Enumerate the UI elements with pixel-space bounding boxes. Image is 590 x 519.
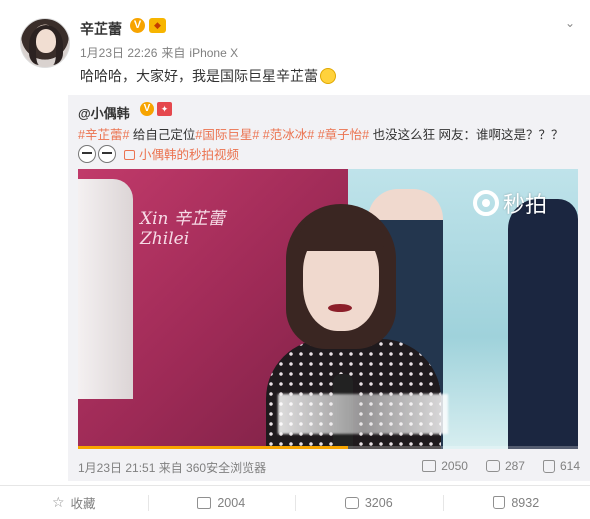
action-bar: ☆ 收藏 2004 3206 8932 [0, 485, 590, 519]
watermark-label: 秒拍 [503, 192, 548, 217]
video-logo-line1: Xin 辛芷蕾 [140, 209, 225, 229]
repost-count: 2004 [217, 495, 246, 510]
repost-button[interactable]: 2004 [147, 486, 296, 519]
comment-icon [344, 496, 359, 509]
repost-icon [197, 496, 212, 509]
emoji-icon [98, 144, 116, 163]
post-meta: 1月23日 22:26 来自 iPhone X [80, 44, 242, 61]
weibo-post-card: 辛芷蕾 V ◆ ⌄ 1月23日 22:26 来自 iPhone X 哈哈哈，大家好，… [0, 0, 590, 519]
hashtag-zhangziyi[interactable]: #章子怡# [318, 128, 369, 142]
blurred-caption [278, 394, 448, 434]
miaopai-logo-icon [473, 190, 499, 216]
video-link-label: 小偶韩的秒拍视频 [139, 148, 240, 162]
repost-comment-count: 287 [504, 459, 525, 473]
laughing-emoji-icon [320, 68, 336, 84]
repost-line2: 小偶韩的秒拍视频 [78, 144, 239, 163]
favorite-button[interactable]: ☆ 收藏 [0, 486, 148, 519]
repost-text-part2: 也没这么狂 网友：谁啊这是？？？ [372, 128, 564, 142]
like-count: 8932 [511, 495, 540, 510]
post-source: iPhone X [189, 46, 239, 60]
avatar-face [36, 29, 56, 53]
chevron-down-icon[interactable]: ⌄ [565, 16, 577, 30]
comment-count: 3206 [364, 495, 393, 510]
star-icon: ☆ [51, 494, 65, 510]
miaopai-watermark: 秒拍 [473, 187, 547, 219]
repost-comment[interactable]: 287 [485, 459, 525, 473]
hashtag-fanbingbing[interactable]: #范冰冰# [263, 128, 314, 142]
repost-forward-count: 2050 [441, 459, 468, 473]
vip-badge-icon: ✦ [157, 102, 172, 116]
repost-username[interactable]: @小偶韩 [78, 103, 130, 122]
repost-like[interactable]: 614 [542, 459, 580, 473]
video-person-bangs [298, 211, 384, 251]
video-player[interactable]: Xin 辛芷蕾 Zhilei 秒拍 [78, 169, 578, 449]
post-text: 哈哈哈，大家好，我是国际巨星辛芷蕾 [80, 66, 336, 86]
emoji-icon [78, 144, 96, 163]
repost-text: #辛芷蕾# 给自己定位#国际巨星# #范冰冰# #章子怡# 也没这么狂 网友：谁… [78, 124, 564, 143]
video-logo: Xin 辛芷蕾 Zhilei [140, 209, 225, 249]
hashtag-guojijuxing[interactable]: #国际巨星# [195, 128, 259, 142]
repost-like-count: 614 [559, 459, 580, 473]
like-icon [493, 496, 506, 509]
video-logo-line2: Zhilei [140, 229, 190, 249]
comment-icon [485, 460, 500, 472]
source-prefix: 来自 [161, 46, 186, 60]
repost-stats: 2050 287 614 [422, 459, 580, 473]
video-person-lips [328, 304, 352, 312]
repost-forward[interactable]: 2050 [422, 459, 468, 473]
video-progress-fill [78, 446, 348, 449]
favorite-label: 收藏 [70, 497, 96, 511]
verified-badge-icon: V [140, 102, 154, 116]
verified-badge-icon: V [130, 18, 145, 33]
post-date[interactable]: 1月23日 22:26 [80, 46, 157, 60]
post-text-body: 哈哈哈，大家好，我是国际巨星辛芷蕾 [80, 68, 318, 84]
video-progress-bar[interactable] [78, 446, 578, 449]
comment-button[interactable]: 3206 [295, 486, 443, 519]
hashtag-xinzhilei[interactable]: #辛芷蕾# [78, 128, 129, 142]
repost-time[interactable]: 1月23日 21:51 来自 360安全浏览器 [78, 459, 266, 476]
username[interactable]: 辛芷蕾 [80, 19, 122, 39]
video-poster-figure [508, 199, 578, 449]
like-button[interactable]: 8932 [442, 486, 590, 519]
video-icon [124, 150, 135, 160]
like-icon [542, 459, 555, 473]
video-link[interactable]: 小偶韩的秒拍视频 [124, 144, 239, 163]
repost-text-part1: 给自己定位 [132, 128, 196, 142]
vip-badge-icon: ◆ [149, 18, 166, 33]
video-figure [78, 179, 133, 399]
avatar[interactable] [20, 18, 70, 68]
repost-box: @小偶韩 V ✦ #辛芷蕾# 给自己定位#国际巨星# #范冰冰# #章子怡# 也… [68, 95, 590, 481]
repost-icon [422, 460, 437, 472]
